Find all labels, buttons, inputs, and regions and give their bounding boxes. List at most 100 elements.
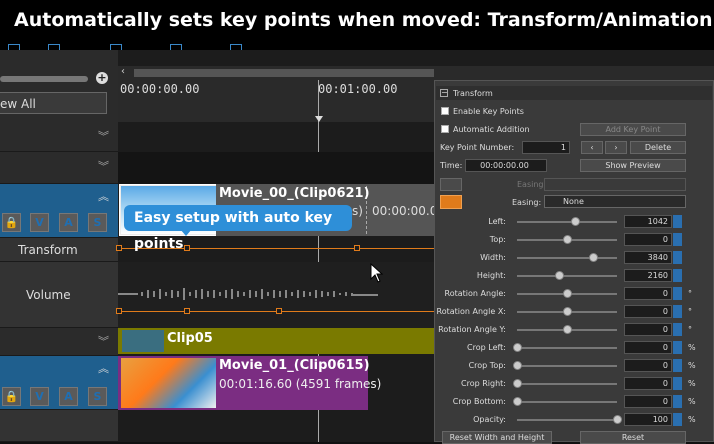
param-value-field[interactable]: 100 (624, 413, 672, 426)
param-slider[interactable] (517, 365, 617, 367)
slider-knob[interactable] (513, 361, 522, 370)
scroll-left-icon[interactable]: ‹ (121, 66, 125, 77)
scrollbar-thumb[interactable] (134, 69, 434, 77)
spin-buttons[interactable] (673, 251, 682, 264)
param-label: Crop Left: (467, 343, 506, 352)
slider-knob[interactable] (563, 307, 572, 316)
transform-label: Transform (18, 243, 78, 257)
param-value-field[interactable]: 0 (624, 395, 672, 408)
zoom-slider[interactable] (0, 76, 88, 82)
easing-out-icon[interactable] (440, 178, 462, 191)
audio-toggle-button[interactable]: A (59, 213, 78, 232)
show-preview-button[interactable]: Show Preview (580, 159, 686, 172)
clip-name: Clip05 (167, 331, 213, 346)
chevron-up-icon[interactable]: ︽ (98, 360, 109, 376)
param-slider[interactable] (517, 221, 617, 223)
param-value-field[interactable]: 0 (624, 359, 672, 372)
key-point-number-field[interactable]: 1 (522, 141, 570, 154)
key-point[interactable] (354, 245, 360, 251)
spin-buttons[interactable] (673, 341, 682, 354)
slider-knob[interactable] (563, 289, 572, 298)
reset-width-height-button[interactable]: Reset Width and Height (442, 431, 552, 444)
spin-buttons[interactable] (673, 323, 682, 336)
enable-key-points-checkbox[interactable] (441, 107, 449, 115)
volume-label: Volume (26, 288, 71, 302)
track-lane[interactable] (118, 152, 434, 184)
param-value-field[interactable]: 3840 (624, 251, 672, 264)
slider-knob[interactable] (563, 325, 572, 334)
param-value-field[interactable]: 0 (624, 287, 672, 300)
playhead-marker[interactable] (315, 116, 323, 122)
chevron-down-icon[interactable]: ︾ (98, 158, 109, 174)
key-point[interactable] (184, 245, 190, 251)
lock-icon[interactable]: 🔒 (2, 387, 21, 406)
time-field[interactable]: 00:00:00.00 (465, 159, 547, 172)
solo-toggle-button[interactable]: S (88, 213, 107, 232)
clip-thumbnail (121, 358, 216, 408)
slider-knob[interactable] (513, 379, 522, 388)
ruler-timecode: 00:01:00.00 (318, 82, 398, 96)
spin-buttons[interactable] (673, 287, 682, 300)
lock-icon[interactable]: 🔒 (2, 213, 21, 232)
param-value-field[interactable]: 0 (624, 341, 672, 354)
param-slider[interactable] (517, 419, 617, 421)
clip-bar[interactable] (118, 328, 434, 354)
spin-buttons[interactable] (673, 359, 682, 372)
banner-title: Automatically sets key points when moved… (14, 9, 713, 31)
spin-buttons[interactable] (673, 269, 682, 282)
param-slider[interactable] (517, 347, 617, 349)
chevron-down-icon[interactable]: ︾ (98, 128, 109, 144)
easing-label: Easing: (512, 198, 542, 207)
param-value-field[interactable]: 2160 (624, 269, 672, 282)
key-point[interactable] (116, 308, 122, 314)
param-slider[interactable] (517, 383, 617, 385)
slider-knob[interactable] (589, 253, 598, 262)
spin-buttons[interactable] (673, 215, 682, 228)
slider-knob[interactable] (513, 343, 522, 352)
prev-key-point-button[interactable]: ‹ (581, 141, 603, 154)
view-all-button[interactable]: ew All (0, 92, 107, 114)
delete-button[interactable]: Delete (630, 141, 686, 154)
param-value-field[interactable]: 1042 (624, 215, 672, 228)
param-value-field[interactable]: 0 (624, 377, 672, 390)
param-label: Rotation Angle: (444, 289, 506, 298)
reset-button[interactable]: Reset (580, 431, 686, 444)
slider-knob[interactable] (513, 397, 522, 406)
video-toggle-button[interactable]: V (30, 213, 49, 232)
param-slider[interactable] (517, 401, 617, 403)
chevron-down-icon[interactable]: ︾ (98, 333, 109, 349)
param-slider[interactable] (517, 275, 617, 277)
param-label: Opacity: (473, 415, 506, 424)
add-key-point-button[interactable]: Add Key Point (580, 123, 686, 136)
collapse-icon[interactable]: − (440, 89, 448, 97)
video-toggle-button[interactable]: V (30, 387, 49, 406)
key-point[interactable] (184, 308, 190, 314)
easing-in-icon[interactable] (440, 195, 462, 209)
enable-key-points-label: Enable Key Points (453, 107, 524, 116)
automatic-addition-checkbox[interactable] (441, 125, 449, 133)
key-point[interactable] (116, 245, 122, 251)
param-value-field[interactable]: 0 (624, 323, 672, 336)
next-key-point-button[interactable]: › (605, 141, 627, 154)
chevron-up-icon[interactable]: ︽ (98, 188, 109, 204)
param-slider[interactable] (517, 257, 617, 259)
add-track-icon[interactable]: + (96, 72, 108, 84)
solo-toggle-button[interactable]: S (88, 387, 107, 406)
slider-knob[interactable] (555, 271, 564, 280)
clip-name: Movie_01_(Clip0615) (219, 358, 370, 373)
key-point[interactable] (276, 308, 282, 314)
spin-buttons[interactable] (673, 377, 682, 390)
slider-knob[interactable] (571, 217, 580, 226)
slider-knob[interactable] (563, 235, 572, 244)
spin-buttons[interactable] (673, 233, 682, 246)
audio-toggle-button[interactable]: A (59, 387, 78, 406)
spin-buttons[interactable] (673, 305, 682, 318)
slider-knob[interactable] (613, 415, 622, 424)
param-value-field[interactable]: 0 (624, 305, 672, 318)
spin-buttons[interactable] (673, 395, 682, 408)
param-label: Crop Right: (461, 379, 506, 388)
param-value-field[interactable]: 0 (624, 233, 672, 246)
spin-buttons[interactable] (673, 413, 682, 426)
clip-info: 00:01:16.60 (4591 frames) (219, 377, 382, 391)
mouse-cursor-icon (370, 263, 384, 283)
